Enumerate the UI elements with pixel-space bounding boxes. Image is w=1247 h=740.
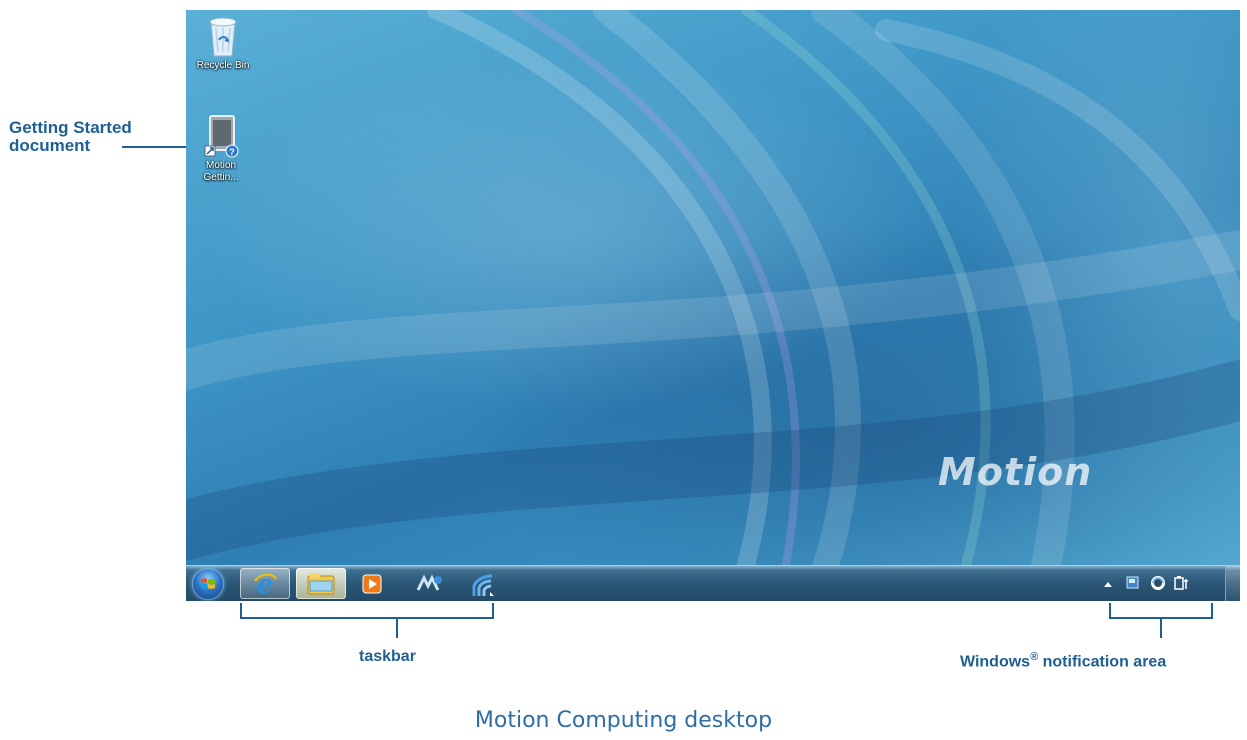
taskbar-motion-dashboard[interactable] xyxy=(408,568,452,599)
getting-started-label-line1: Motion xyxy=(205,160,236,171)
taskbar-callout: taskbar xyxy=(359,648,416,665)
getting-started-callout-line1: Getting Started xyxy=(9,118,132,137)
figure-caption: Motion Computing desktop xyxy=(474,708,773,733)
getting-started-callout: Getting Started document xyxy=(9,119,132,155)
getting-started-shortcut[interactable]: ? Motion Gettin... xyxy=(191,114,251,184)
network-icon[interactable] xyxy=(1150,575,1166,591)
wireless-icon xyxy=(472,574,494,596)
svg-text:?: ? xyxy=(229,147,235,157)
start-button[interactable] xyxy=(192,568,224,600)
taskbar-bracket-left xyxy=(240,603,242,618)
recycle-bin-icon xyxy=(203,14,243,58)
notification-area xyxy=(1100,566,1210,601)
taskbar-windows-explorer[interactable] xyxy=(296,568,346,599)
desktop-screen: Recycle Bin ? Motion Gettin... Motion e xyxy=(186,10,1240,601)
notification-area-callout-rest: notification area xyxy=(1038,653,1167,671)
getting-started-label: Motion Gettin... xyxy=(191,160,251,184)
action-center-icon[interactable] xyxy=(1126,576,1140,590)
taskbar-bracket-bottom xyxy=(240,617,494,619)
windows-flag-icon xyxy=(201,578,215,589)
taskbar-internet-explorer[interactable]: e xyxy=(240,568,290,599)
notification-bracket-right xyxy=(1211,603,1213,618)
show-desktop-button[interactable] xyxy=(1225,566,1240,601)
getting-started-document-icon: ? xyxy=(201,114,241,158)
getting-started-callout-line2: document xyxy=(9,136,91,155)
motion-brand-watermark: Motion xyxy=(938,450,1093,494)
show-hidden-icons-arrow[interactable] xyxy=(1104,581,1112,587)
taskbar-media-player[interactable] xyxy=(352,568,392,599)
power-icon[interactable] xyxy=(1174,575,1190,591)
taskbar: e xyxy=(186,565,1240,601)
media-player-icon xyxy=(362,574,382,594)
taskbar-bracket-right xyxy=(492,603,494,618)
windows-explorer-icon xyxy=(307,573,335,595)
internet-explorer-icon: e xyxy=(254,571,277,597)
recycle-bin-label: Recycle Bin xyxy=(196,60,250,71)
notification-bracket-stem xyxy=(1160,618,1162,638)
recycle-bin-shortcut[interactable]: Recycle Bin xyxy=(193,14,253,72)
notification-bracket-left xyxy=(1109,603,1111,618)
notification-area-callout: Windows® notification area xyxy=(960,648,1166,671)
taskbar-wireless[interactable] xyxy=(462,568,502,599)
notification-area-callout-windows: Windows xyxy=(960,653,1031,671)
desktop-background: Recycle Bin ? Motion Gettin... Motion xyxy=(186,10,1240,565)
getting-started-label-line2: Gettin... xyxy=(203,172,239,183)
registered-mark: ® xyxy=(1030,651,1039,663)
motion-dashboard-icon xyxy=(416,574,442,591)
taskbar-bracket-stem xyxy=(396,618,398,638)
